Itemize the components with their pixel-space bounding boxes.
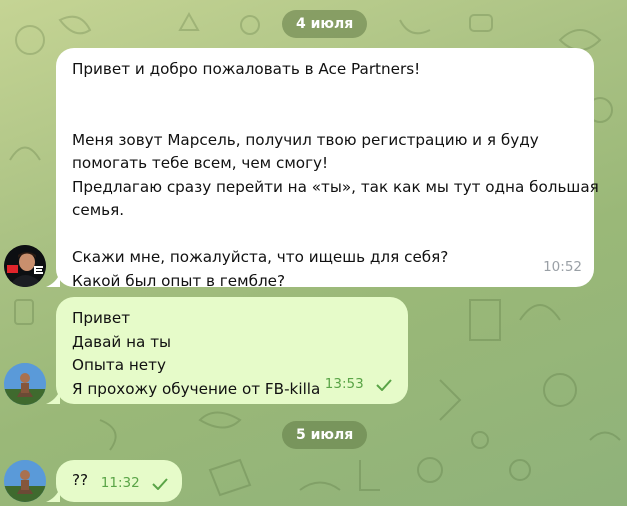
user-photo-icon <box>4 460 46 502</box>
message-text-line: Привет и добро пожаловать в Ace Partners… <box>72 60 421 78</box>
message-text-line: помогать тебе всем, чем смогу! <box>72 154 329 172</box>
bubble-tail <box>46 488 60 502</box>
message-meta: 11:32 <box>101 472 168 496</box>
date-separator: 5 июля <box>282 421 368 449</box>
message-time: 10:52 <box>543 258 582 275</box>
check-icon <box>152 477 168 490</box>
message-text-line: Скажи мне, пожалуйста, что ищешь для себ… <box>72 248 449 266</box>
message-text-line: Привет <box>72 309 131 327</box>
incoming-message[interactable]: Привет и добро пожаловать в Ace Partners… <box>56 48 599 290</box>
message-time: 11:32 <box>100 474 140 491</box>
message-text-line <box>72 105 578 129</box>
outgoing-message[interactable]: ?? 11:32 <box>56 460 182 502</box>
message-text-line: Меня зовут Марсель, получил твою регистр… <box>72 130 539 149</box>
message-text-line: Какой был опыт в гембле? <box>72 271 286 290</box>
outgoing-message[interactable]: Привет Давай на ты Опыта нету Я прохожу … <box>56 297 408 404</box>
user-photo-avatar[interactable] <box>4 460 46 502</box>
message-time: 13:53 <box>324 375 364 392</box>
user-photo-icon <box>4 363 46 405</box>
message-meta: 13:53 <box>325 373 392 397</box>
message-text-line: семья. <box>72 201 125 219</box>
message-text-line: Предлагаю сразу перейти на «ты», так как… <box>72 177 599 196</box>
bubble-tail <box>46 390 60 404</box>
ace-logo-icon <box>4 245 46 287</box>
ace-partners-avatar[interactable] <box>4 245 46 287</box>
message-text-line <box>72 82 578 106</box>
check-icon <box>376 378 392 391</box>
user-photo-avatar[interactable] <box>4 363 46 405</box>
message-text-line: Давай на ты <box>72 332 172 351</box>
date-separator: 4 июля <box>282 10 368 38</box>
bubble-tail <box>46 273 60 287</box>
chat-background: 4 июля Привет и добро пожаловать в Ace P… <box>0 0 627 506</box>
message-text-line <box>72 223 578 247</box>
